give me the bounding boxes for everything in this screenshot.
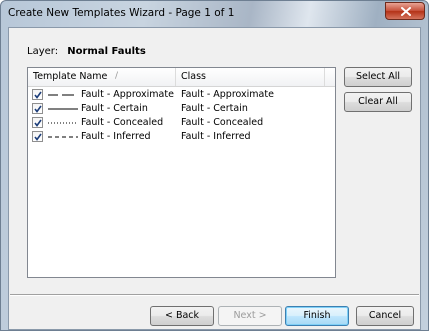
- column-divider[interactable]: [175, 68, 176, 86]
- cancel-button[interactable]: Cancel: [356, 306, 414, 326]
- layer-label: Layer:: [27, 46, 59, 57]
- row-checkbox[interactable]: [32, 117, 43, 128]
- finish-button[interactable]: Finish: [285, 306, 349, 326]
- dashed-line-icon: [48, 94, 74, 96]
- footer-divider: [10, 294, 419, 296]
- window-title: Create New Templates Wizard - Page 1 of …: [8, 7, 235, 19]
- row-checkbox[interactable]: [32, 103, 43, 114]
- dialog-client-area: Layer: Normal Faults Template Name / Cla…: [8, 27, 421, 330]
- column-header-template-name[interactable]: Template Name: [33, 71, 107, 82]
- column-header-class[interactable]: Class: [181, 71, 206, 82]
- sort-indicator: /: [115, 71, 119, 81]
- check-icon: [34, 91, 42, 99]
- template-name: Fault - Approximate: [81, 89, 174, 100]
- check-icon: [34, 105, 42, 113]
- clear-all-button[interactable]: Clear All: [344, 92, 412, 112]
- back-button[interactable]: < Back: [150, 306, 214, 326]
- list-item[interactable]: Fault - Certain Fault - Certain: [28, 102, 335, 116]
- template-name: Fault - Inferred: [81, 131, 151, 142]
- template-class: Fault - Inferred: [181, 131, 251, 142]
- list-item[interactable]: Fault - Inferred Fault - Inferred: [28, 130, 335, 144]
- solid-line-icon: [48, 108, 78, 110]
- list-item[interactable]: Fault - Approximate Fault - Approximate: [28, 88, 335, 102]
- check-icon: [34, 119, 42, 127]
- list-header: Template Name / Class: [28, 68, 335, 87]
- row-checkbox[interactable]: [32, 89, 43, 100]
- check-icon: [34, 133, 42, 141]
- dotted-line-icon: [48, 122, 78, 124]
- short-dash-line-icon: [48, 136, 78, 138]
- template-list[interactable]: Template Name / Class Fault - Approximat…: [27, 67, 336, 278]
- template-class: Fault - Certain: [181, 103, 248, 114]
- column-divider[interactable]: [324, 68, 325, 86]
- row-checkbox[interactable]: [32, 131, 43, 142]
- close-button[interactable]: [385, 2, 425, 20]
- title-bar[interactable]: Create New Templates Wizard - Page 1 of …: [1, 1, 428, 27]
- list-item[interactable]: Fault - Concealed Fault - Concealed: [28, 116, 335, 130]
- layer-name: Normal Faults: [67, 46, 146, 57]
- template-name: Fault - Certain: [81, 103, 148, 114]
- template-class: Fault - Approximate: [181, 89, 274, 100]
- close-icon: [401, 7, 411, 16]
- next-button: Next >: [218, 306, 282, 326]
- template-name: Fault - Concealed: [81, 117, 164, 128]
- select-all-button[interactable]: Select All: [344, 67, 412, 87]
- wizard-window: Create New Templates Wizard - Page 1 of …: [0, 0, 429, 331]
- layer-row: Layer: Normal Faults: [27, 46, 146, 57]
- template-class: Fault - Concealed: [181, 117, 264, 128]
